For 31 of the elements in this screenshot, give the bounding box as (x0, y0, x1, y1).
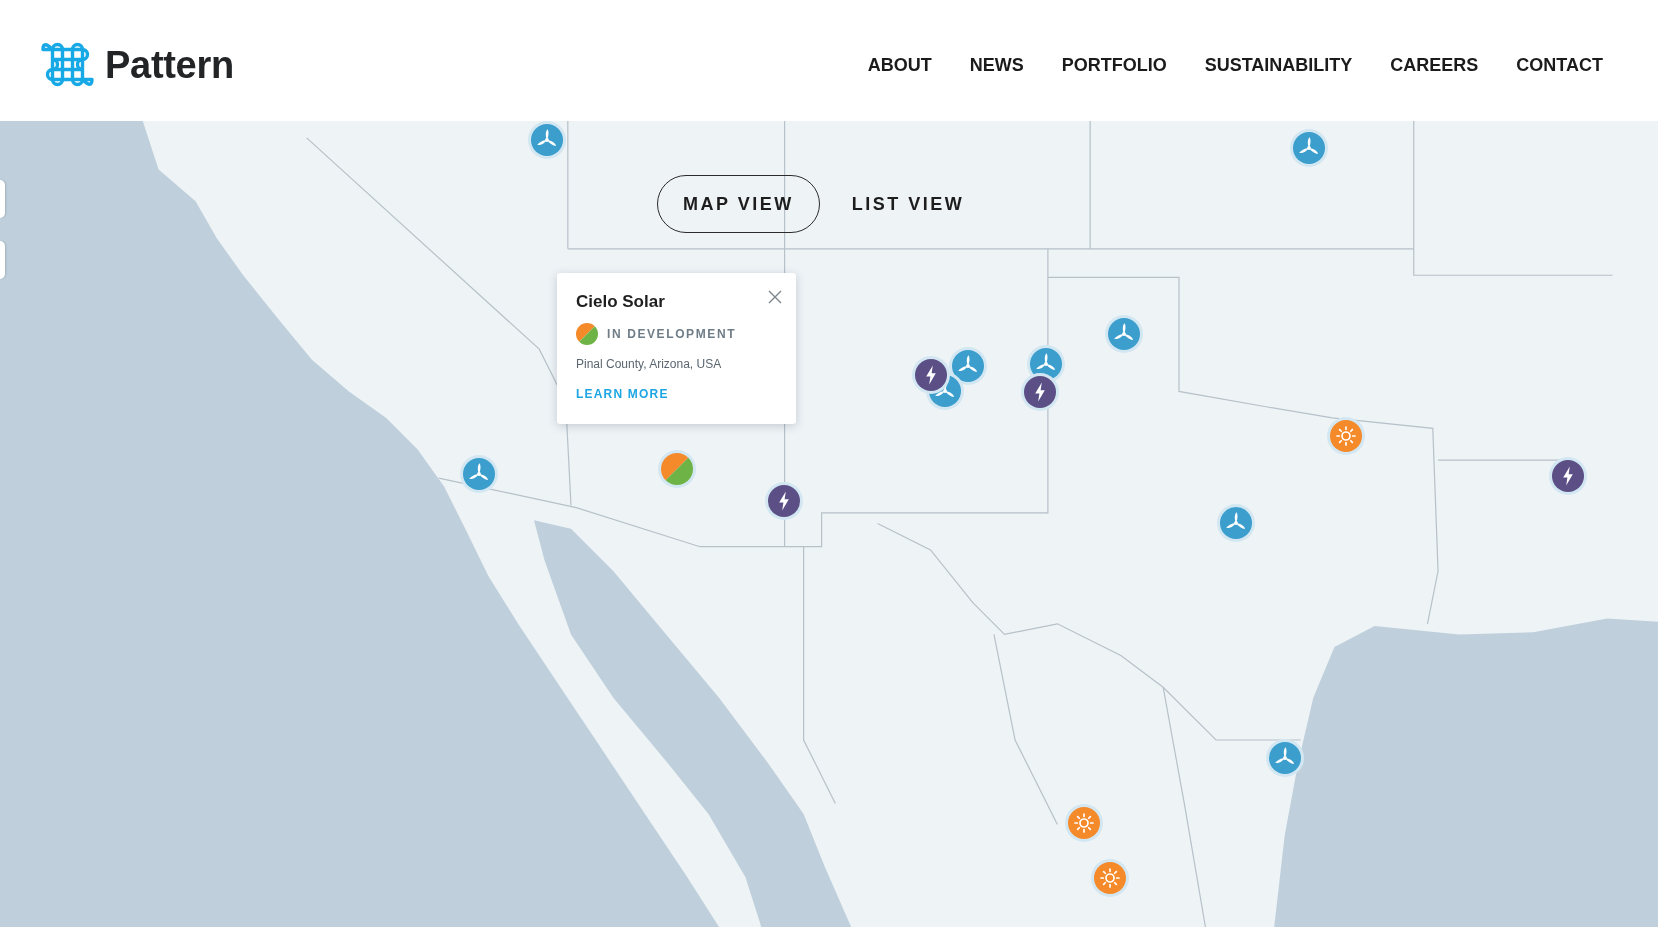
close-button[interactable] (766, 288, 784, 306)
split-marker-icon[interactable] (658, 450, 696, 488)
nav-link[interactable]: ABOUT (867, 53, 932, 76)
nav-link[interactable]: PORTFOLIO (1061, 53, 1167, 76)
nav-link[interactable]: NEWS (969, 53, 1024, 76)
lightning-marker-icon[interactable] (1021, 373, 1059, 411)
nav-link[interactable]: CAREERS (1390, 53, 1479, 76)
turbine-marker-icon[interactable] (949, 347, 987, 385)
turbine-marker-icon[interactable] (1290, 129, 1328, 167)
turbine-marker-icon[interactable] (1217, 504, 1255, 542)
view-tab[interactable]: LIST VIEW (825, 175, 991, 233)
status-dot-icon (576, 323, 598, 345)
nav-link[interactable]: CONTACT (1516, 53, 1603, 76)
project-title: Cielo Solar (576, 291, 665, 313)
project-location: Pinal County, Arizona, USA (576, 356, 722, 372)
nav-link[interactable]: SUSTAINABILITY (1204, 53, 1353, 76)
lightning-marker-icon[interactable] (765, 482, 803, 520)
turbine-marker-icon[interactable] (1105, 315, 1143, 353)
turbine-marker-icon[interactable] (460, 455, 498, 493)
lightning-marker-icon[interactable] (912, 356, 950, 394)
brand-name: Pattern (105, 45, 234, 84)
sun-marker-icon[interactable] (1327, 417, 1365, 455)
turbine-marker-icon[interactable] (1266, 739, 1304, 777)
project-status: IN DEVELOPMENT (607, 327, 737, 341)
sun-marker-icon[interactable] (1091, 859, 1129, 897)
lightning-marker-icon[interactable] (1549, 457, 1587, 495)
close-icon (768, 290, 782, 304)
turbine-marker-icon[interactable] (528, 121, 566, 159)
sun-marker-icon[interactable] (1065, 804, 1103, 842)
map-control-button[interactable] (0, 241, 5, 279)
map-control-button[interactable] (0, 180, 5, 218)
